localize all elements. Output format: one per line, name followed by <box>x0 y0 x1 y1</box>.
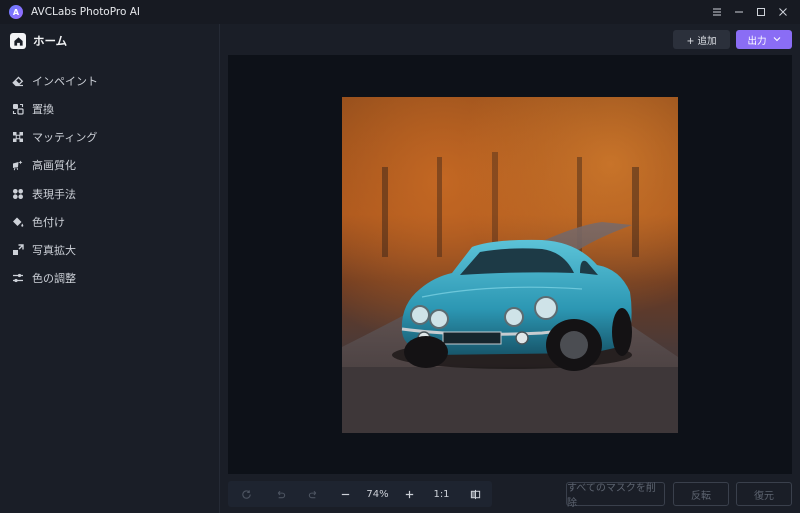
sidebar-item-colorize[interactable]: 色付け <box>12 214 65 230</box>
add-button[interactable]: + 追加 <box>673 30 730 49</box>
app-logo-icon: A <box>9 5 23 19</box>
zoom-level: 74% <box>366 488 389 500</box>
sidebar-item-label: ホーム <box>33 34 68 48</box>
sidebar-item-upscale[interactable]: 写真拡大 <box>12 242 76 258</box>
restore-button[interactable]: 復元 <box>736 482 792 506</box>
edited-photo[interactable] <box>342 97 678 433</box>
sidebar-item-label: 置換 <box>32 103 54 116</box>
car-photo-image <box>342 97 678 433</box>
expand-icon <box>12 244 24 256</box>
invert-button[interactable]: 反転 <box>673 482 729 506</box>
sidebar-item-matting[interactable]: マッティング <box>12 129 97 145</box>
sidebar-item-enhance[interactable]: 高画質化 <box>12 157 76 173</box>
sidebar-item-label: 表現手法 <box>32 188 76 201</box>
sidebar-item-label: 高画質化 <box>32 159 76 172</box>
output-button[interactable]: 出力 <box>736 30 792 49</box>
reset-icon[interactable] <box>228 481 264 507</box>
matting-icon <box>12 131 24 143</box>
undo-icon[interactable] <box>264 481 297 507</box>
compare-icon[interactable] <box>458 481 492 507</box>
eraser-icon <box>12 75 24 87</box>
close-icon[interactable] <box>772 2 794 22</box>
zoom-in-icon[interactable] <box>394 481 425 507</box>
title-bar: A AVCLabs PhotoPro AI <box>0 0 800 24</box>
sidebar-item-inpaint[interactable]: インペイント <box>12 73 98 89</box>
sidebar-item-label: マッティング <box>32 131 98 144</box>
sidebar-item-label: 色の調整 <box>32 272 76 285</box>
canvas-toolbar: 74% 1:1 <box>228 481 492 507</box>
sidebar-item-replace[interactable]: 置換 <box>12 101 54 117</box>
minimize-icon[interactable] <box>728 2 750 22</box>
output-label: 出力 <box>747 35 767 47</box>
window-controls <box>706 0 794 24</box>
actual-size-button[interactable]: 1:1 <box>425 481 458 507</box>
delete-all-masks-button[interactable]: すべてのマスクを削除 <box>566 482 665 509</box>
replace-icon <box>12 103 24 115</box>
menu-icon[interactable] <box>706 2 728 22</box>
sliders-icon <box>12 272 24 284</box>
sidebar-item-label: 色付け <box>32 216 65 229</box>
sidebar <box>0 24 219 513</box>
app-title: AVCLabs PhotoPro AI <box>31 6 141 18</box>
sidebar-item-label: 写真拡大 <box>32 244 76 257</box>
sidebar-item-label: インペイント <box>32 75 98 88</box>
style-icon <box>12 188 24 200</box>
maximize-icon[interactable] <box>750 2 772 22</box>
home-icon <box>10 33 26 49</box>
redo-icon[interactable] <box>297 481 330 507</box>
sidebar-item-style[interactable]: 表現手法 <box>12 186 76 202</box>
enhance-icon <box>12 159 24 171</box>
paint-bucket-icon <box>12 216 24 228</box>
sidebar-item-home[interactable]: ホーム <box>10 33 67 49</box>
sidebar-divider <box>219 24 220 513</box>
chevron-down-icon <box>773 35 781 44</box>
sidebar-item-color-adjust[interactable]: 色の調整 <box>12 270 76 286</box>
zoom-out-icon[interactable] <box>330 481 361 507</box>
